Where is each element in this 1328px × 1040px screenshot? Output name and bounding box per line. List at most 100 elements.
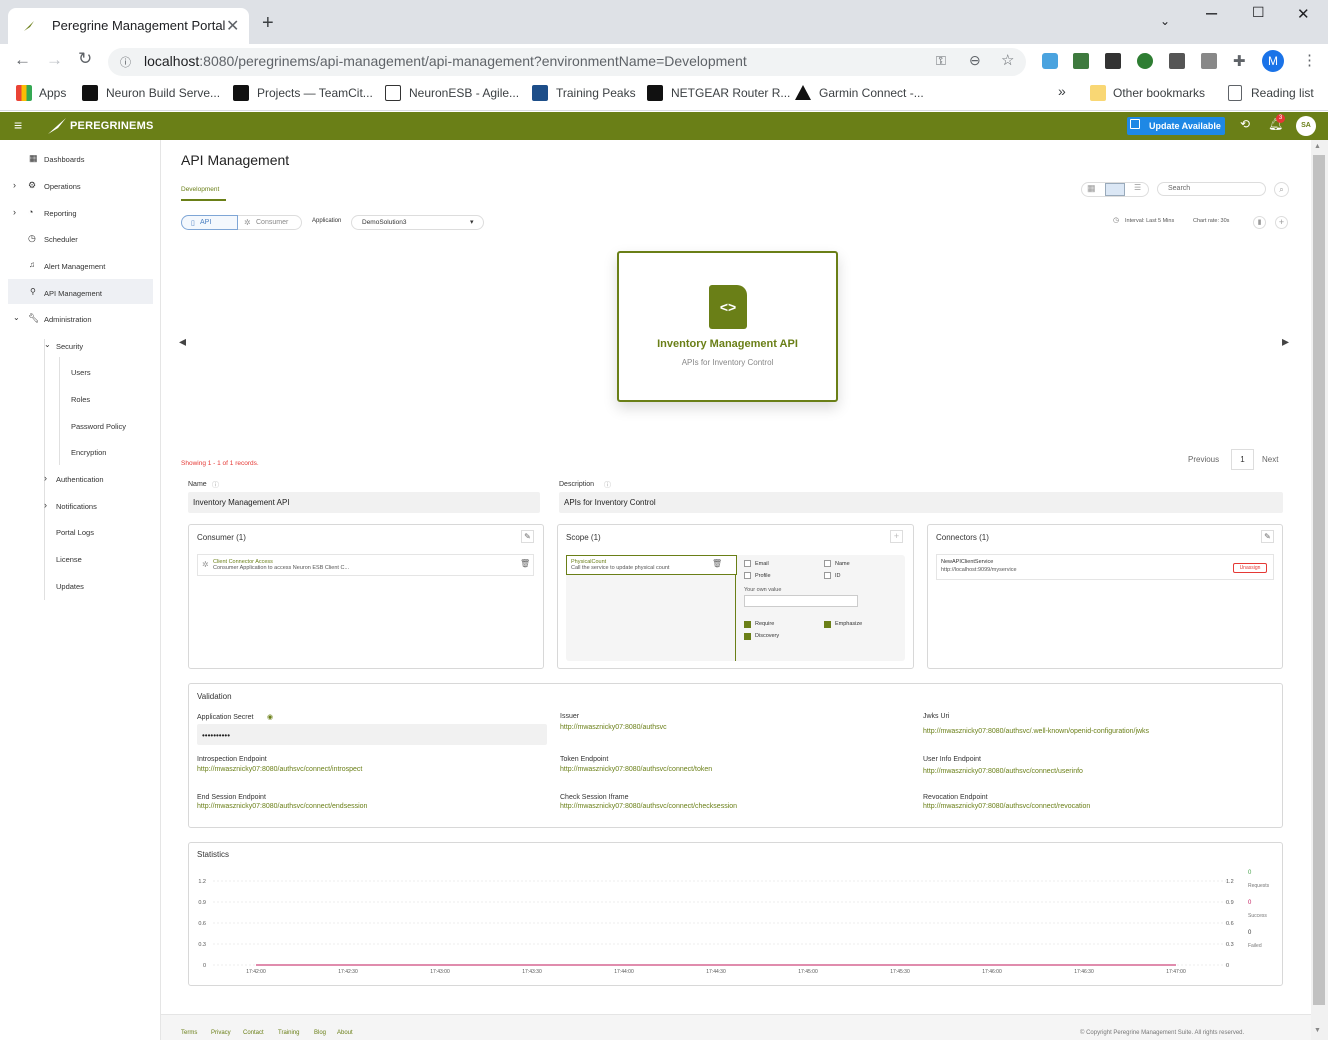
add-icon[interactable]: + <box>1275 216 1288 229</box>
zoom-icon[interactable]: ⊖ <box>969 52 981 69</box>
name-checkbox[interactable] <box>824 560 831 567</box>
footer-link-about[interactable]: About <box>337 1030 353 1036</box>
user-avatar[interactable]: SA <box>1296 116 1316 136</box>
bookmark-neuron-build[interactable]: Neuron Build Serve... <box>106 86 220 100</box>
trash-icon[interactable]: 🗑︎ <box>712 559 722 568</box>
new-tab-button[interactable]: + <box>262 12 274 35</box>
chevron-down-icon[interactable]: ⌄ <box>44 340 51 349</box>
footer-link-blog[interactable]: Blog <box>314 1030 326 1036</box>
scrollbar-thumb[interactable] <box>1313 155 1325 1005</box>
own-value-input[interactable] <box>744 595 858 607</box>
name-field[interactable]: Inventory Management API <box>188 492 540 513</box>
sidebar-item-portal-logs[interactable]: Portal Logs <box>56 528 94 537</box>
other-bookmarks[interactable]: Other bookmarks <box>1113 86 1205 100</box>
sidebar-item-password-policy[interactable]: Password Policy <box>71 422 126 431</box>
card-view-button[interactable] <box>1105 183 1125 196</box>
history-icon[interactable]: ⟲ <box>1240 117 1250 131</box>
sidebar-item-alert-management[interactable]: Alert Management <box>44 262 105 271</box>
hamburger-menu-icon[interactable]: ≡ <box>14 117 22 133</box>
next-page-button[interactable]: Next <box>1262 455 1278 464</box>
token-link[interactable]: http://mwasznicky07:8080/authsvc/connect… <box>560 766 712 773</box>
previous-page-button[interactable]: Previous <box>1188 455 1219 464</box>
delete-icon[interactable]: ▮ <box>1253 216 1266 229</box>
connector-item[interactable]: NewAPIClientService http://localhost:909… <box>936 554 1274 580</box>
extension-c-icon[interactable] <box>1169 53 1185 69</box>
back-arrow-icon[interactable]: ← <box>14 50 31 70</box>
edit-pencil-icon[interactable]: ✎ <box>521 530 534 543</box>
bookmark-netgear[interactable]: NETGEAR Router R... <box>671 86 790 100</box>
scroll-down-icon[interactable]: ▼ <box>1314 1027 1321 1034</box>
email-checkbox[interactable] <box>744 560 751 567</box>
update-available-button[interactable]: Update Available <box>1127 117 1225 135</box>
edit-pencil-icon[interactable]: ✎ <box>1261 530 1274 543</box>
sidebar-item-users[interactable]: Users <box>71 368 91 377</box>
sidebar-item-administration[interactable]: Administration <box>44 315 92 324</box>
consumer-toggle[interactable]: ✲ Consumer <box>238 215 302 230</box>
extension-t-icon[interactable] <box>1201 53 1217 69</box>
footer-link-training[interactable]: Training <box>278 1030 299 1036</box>
unassign-button[interactable]: Unassign <box>1233 563 1267 573</box>
emphasize-checkbox[interactable] <box>824 621 831 628</box>
sidebar-item-authentication[interactable]: Authentication <box>56 475 104 484</box>
api-toggle[interactable]: ▯ API <box>181 215 238 230</box>
bookmark-apps[interactable]: Apps <box>39 86 66 100</box>
extension-x-icon[interactable] <box>1105 53 1121 69</box>
page-number-1[interactable]: 1 <box>1231 449 1254 470</box>
extension-image-icon[interactable] <box>1073 53 1089 69</box>
chevron-right-icon[interactable]: › <box>44 473 47 483</box>
more-bookmarks-icon[interactable]: » <box>1058 83 1066 99</box>
bookmark-projects[interactable]: Projects — TeamCit... <box>257 86 373 100</box>
sidebar-item-api-management[interactable]: API Management <box>44 289 102 298</box>
consumer-item[interactable]: ✲ Client Connector Access Consumer Appli… <box>197 554 534 576</box>
application-select[interactable]: DemoSolution3 ▾ <box>351 215 484 230</box>
description-field[interactable]: APIs for Inventory Control <box>559 492 1283 513</box>
userinfo-link[interactable]: http://mwasznicky07:8080/authsvc/connect… <box>923 768 1083 775</box>
jwks-link[interactable]: http://mwasznicky07:8080/authsvc/.well-k… <box>923 728 1149 735</box>
scope-item[interactable]: PhysicalCount Call the service to update… <box>566 555 737 575</box>
menu-kebab-icon[interactable]: ⋮ <box>1302 51 1317 69</box>
footer-link-terms[interactable]: Terms <box>181 1030 197 1036</box>
api-card[interactable]: <> Inventory Management API APIs for Inv… <box>617 251 838 402</box>
sidebar-item-security[interactable]: Security <box>56 342 83 351</box>
search-icon[interactable]: ⌕ <box>1274 182 1289 197</box>
profile-checkbox[interactable] <box>744 572 751 579</box>
extension-cloud-icon[interactable] <box>1042 53 1058 69</box>
minimize-button[interactable]: – <box>1206 2 1217 25</box>
footer-link-contact[interactable]: Contact <box>243 1030 264 1036</box>
discovery-checkbox[interactable] <box>744 633 751 640</box>
endsession-link[interactable]: http://mwasznicky07:8080/authsvc/connect… <box>197 803 367 810</box>
bookmark-garmin[interactable]: Garmin Connect -... <box>819 86 924 100</box>
add-scope-icon[interactable]: + <box>890 530 903 543</box>
url-field[interactable]: ⓘ localhost:8080/peregrinems/api-managem… <box>108 48 1026 76</box>
extensions-puzzle-icon[interactable]: ✚ <box>1233 52 1246 70</box>
forward-arrow-icon[interactable]: → <box>46 50 63 70</box>
grid-view-icon[interactable]: ▦ <box>1087 183 1096 194</box>
issuer-link[interactable]: http://mwasznicky07:8080/authsvc <box>560 724 667 731</box>
info-icon[interactable]: ⓘ <box>120 54 131 70</box>
sidebar-item-roles[interactable]: Roles <box>71 395 90 404</box>
introspection-link[interactable]: http://mwasznicky07:8080/authsvc/connect… <box>197 766 362 773</box>
sidebar-item-notifications[interactable]: Notifications <box>56 502 97 511</box>
maximize-button[interactable]: ☐ <box>1252 4 1265 21</box>
tab-search-icon[interactable]: ⌄ <box>1160 14 1170 28</box>
sidebar-item-reporting[interactable]: Reporting <box>44 209 77 218</box>
revocation-link[interactable]: http://mwasznicky07:8080/authsvc/connect… <box>923 803 1090 810</box>
chevron-down-icon[interactable]: ⌄ <box>13 313 20 322</box>
scroll-up-icon[interactable]: ▲ <box>1314 143 1321 150</box>
close-tab-icon[interactable]: ✕ <box>226 16 239 36</box>
sidebar-item-updates[interactable]: Updates <box>56 582 84 591</box>
reload-icon[interactable]: ↻ <box>78 49 92 69</box>
key-icon[interactable]: ⚿ <box>936 53 946 69</box>
carousel-prev-icon[interactable]: ◂ <box>179 333 186 350</box>
sidebar-item-encryption[interactable]: Encryption <box>71 448 106 457</box>
eye-icon[interactable]: ◉ <box>267 713 273 721</box>
sidebar-item-license[interactable]: License <box>56 555 82 564</box>
footer-link-privacy[interactable]: Privacy <box>211 1030 231 1036</box>
id-checkbox[interactable] <box>824 572 831 579</box>
tab-development[interactable]: Development <box>181 186 219 193</box>
profile-avatar[interactable]: M <box>1262 50 1284 72</box>
bookmark-training-peaks[interactable]: Training Peaks <box>556 86 636 100</box>
sidebar-item-dashboards[interactable]: Dashboards <box>44 155 84 164</box>
reading-list[interactable]: Reading list <box>1251 86 1314 100</box>
bookmark-star-icon[interactable]: ☆ <box>1001 51 1014 69</box>
